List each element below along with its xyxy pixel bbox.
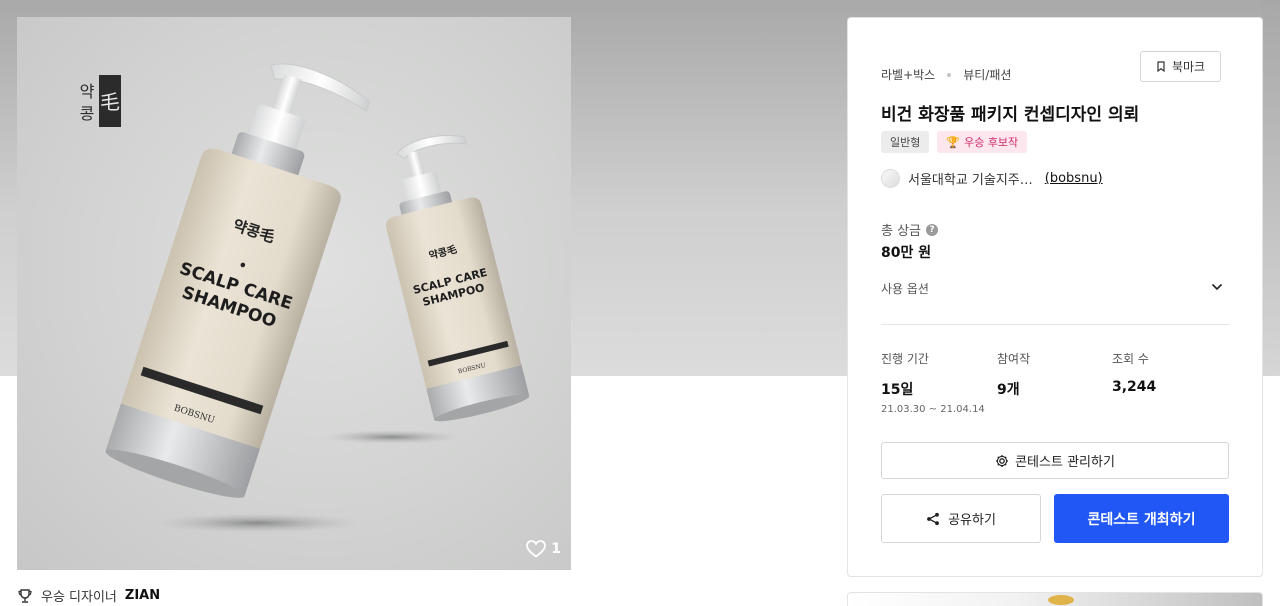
- stat-duration-value: 15일: [881, 382, 914, 398]
- winner-name[interactable]: ZIAN: [125, 588, 160, 603]
- contest-info-panel: 라벨+박스 뷰티/패션 북마크 비건 화장품 패키지 컨셉디자인 의뢰 일반형 …: [847, 17, 1263, 577]
- trophy-icon: 🏆: [946, 135, 961, 149]
- product-image[interactable]: 약콩毛 ● SCALP CARE SHAMPOO BOBSNU 약콩毛 SCAL…: [17, 17, 571, 570]
- stat-duration: 진행 기간 15일 21.03.30 ~ 21.04.14: [881, 350, 985, 415]
- bookmark-button[interactable]: 북마크: [1140, 51, 1221, 82]
- host-name: 서울대학교 기술지주…: [908, 173, 1033, 188]
- trophy-icon: [18, 588, 32, 603]
- svg-text:콩: 콩: [80, 104, 95, 123]
- next-card-preview[interactable]: [847, 592, 1263, 606]
- host-contest-label: 콘테스트 개최하기: [1087, 511, 1196, 528]
- help-icon[interactable]: ?: [926, 223, 939, 236]
- usage-options-label[interactable]: 사용 옵션: [881, 280, 929, 297]
- contest-title: 비건 화장품 패키지 컨셉디자인 의뢰: [881, 105, 1140, 125]
- bookmark-icon: [1157, 61, 1165, 72]
- like-button[interactable]: 1: [526, 540, 561, 558]
- brand-logo: 약 콩 毛: [80, 75, 121, 127]
- hero-background-edge: [1262, 0, 1280, 376]
- svg-text:약: 약: [80, 82, 95, 101]
- tag-award-candidate: 🏆 우승 후보작: [937, 131, 1028, 153]
- winner-label: 우승 디자이너: [41, 590, 117, 605]
- stat-entries-label: 참여작: [997, 352, 1031, 366]
- stat-views: 조회 수 3,244: [1112, 350, 1156, 395]
- prize-value: 80만 원: [881, 245, 932, 261]
- winner-designer: 우승 디자이너 ZIAN: [17, 586, 160, 605]
- manage-contest-label: 콘테스트 관리하기: [1015, 455, 1115, 470]
- stat-duration-label: 진행 기간: [881, 352, 929, 366]
- like-count: 1: [551, 541, 561, 557]
- stat-entries-value: 9개: [997, 382, 1020, 398]
- breadcrumb-subcategory[interactable]: 뷰티/패션: [963, 66, 1011, 83]
- avatar: [881, 169, 900, 188]
- svg-text:毛: 毛: [100, 90, 120, 114]
- bookmark-label: 북마크: [1171, 60, 1206, 74]
- gear-icon: [996, 454, 1009, 467]
- tag-contest-type: 일반형: [881, 131, 930, 153]
- tag-award-candidate-label: 우승 후보작: [964, 136, 1019, 149]
- host-contest-button[interactable]: 콘테스트 개최하기: [1054, 494, 1229, 543]
- tag-contest-type-label: 일반형: [890, 136, 921, 149]
- prize-label: 총 상금 ?: [881, 220, 939, 239]
- prize-label-text: 총 상금: [881, 224, 922, 239]
- stat-views-label: 조회 수: [1112, 352, 1149, 366]
- breadcrumb-category[interactable]: 라벨+박스: [881, 66, 935, 83]
- share-button[interactable]: 공유하기: [881, 494, 1041, 543]
- heart-icon: [526, 540, 547, 558]
- breadcrumb: 라벨+박스 뷰티/패션: [881, 66, 1011, 83]
- stat-duration-range: 21.03.30 ~ 21.04.14: [881, 404, 985, 415]
- breadcrumb-separator: [947, 72, 952, 77]
- chevron-down-icon[interactable]: [1210, 280, 1224, 294]
- host-info[interactable]: 서울대학교 기술지주… (bobsnu): [881, 169, 1103, 188]
- host-handle[interactable]: (bobsnu): [1045, 171, 1103, 186]
- share-label: 공유하기: [948, 513, 996, 528]
- contest-tags: 일반형 🏆 우승 후보작: [881, 131, 1028, 153]
- contest-stats: 진행 기간 15일 21.03.30 ~ 21.04.14 참여작 9개 조회 …: [881, 350, 1231, 415]
- share-icon: [927, 512, 939, 525]
- manage-contest-button[interactable]: 콘테스트 관리하기: [881, 442, 1229, 479]
- stat-entries: 참여작 9개: [997, 350, 1030, 399]
- stat-views-value: 3,244: [1112, 379, 1157, 395]
- next-card-thumbnail: [1048, 595, 1074, 605]
- divider: [881, 324, 1229, 325]
